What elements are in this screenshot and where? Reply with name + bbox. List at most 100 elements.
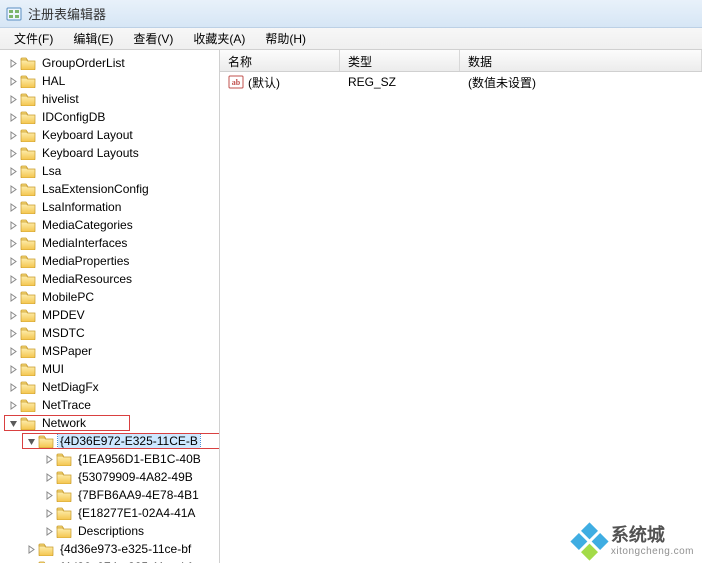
expander-closed-icon[interactable] [6, 257, 20, 266]
expander-closed-icon[interactable] [42, 455, 56, 464]
expander-closed-icon[interactable] [6, 131, 20, 140]
expander-closed-icon[interactable] [24, 545, 38, 554]
tree-item-label: Keyboard Layout [40, 128, 135, 142]
expander-closed-icon[interactable] [6, 113, 20, 122]
watermark-logo-icon [570, 523, 608, 561]
watermark-url: xitongcheng.com [611, 546, 694, 557]
expander-closed-icon[interactable] [42, 473, 56, 482]
list-row[interactable]: (默认) REG_SZ (数值未设置) [220, 72, 702, 92]
folder-icon [56, 452, 72, 466]
tree-item[interactable]: {53079909-4A82-49B [0, 468, 219, 486]
expander-closed-icon[interactable] [6, 149, 20, 158]
menu-file[interactable]: 文件(F) [4, 28, 63, 49]
tree-item[interactable]: NetTrace [0, 396, 219, 414]
tree-item-label: NetDiagFx [40, 380, 101, 394]
tree-item-label: {53079909-4A82-49B [76, 470, 195, 484]
menu-view[interactable]: 查看(V) [123, 28, 183, 49]
folder-icon [20, 182, 36, 196]
column-header-type[interactable]: 类型 [340, 50, 460, 71]
tree-item[interactable]: MSPaper [0, 342, 219, 360]
titlebar: 注册表编辑器 [0, 0, 702, 28]
tree-item[interactable]: Keyboard Layouts [0, 144, 219, 162]
expander-closed-icon[interactable] [42, 491, 56, 500]
tree-item-label: MediaResources [40, 272, 134, 286]
list-pane: 名称 类型 数据 (默认) REG_SZ (数值未设置) [220, 50, 702, 563]
tree-item[interactable]: MSDTC [0, 324, 219, 342]
tree-item[interactable]: NetDiagFx [0, 378, 219, 396]
tree-item-label: IDConfigDB [40, 110, 107, 124]
tree-item[interactable]: MediaInterfaces [0, 234, 219, 252]
watermark: 系统城 xitongcheng.com [576, 526, 694, 557]
list-header: 名称 类型 数据 [220, 50, 702, 72]
folder-icon [20, 254, 36, 268]
folder-icon [20, 308, 36, 322]
expander-closed-icon[interactable] [6, 185, 20, 194]
tree-item[interactable]: MobilePC [0, 288, 219, 306]
tree-item[interactable]: Lsa [0, 162, 219, 180]
menu-edit[interactable]: 编辑(E) [63, 28, 123, 49]
folder-icon [56, 470, 72, 484]
tree-item[interactable]: MPDEV [0, 306, 219, 324]
expander-open-icon[interactable] [6, 419, 20, 428]
expander-closed-icon[interactable] [6, 275, 20, 284]
expander-closed-icon[interactable] [6, 203, 20, 212]
expander-closed-icon[interactable] [6, 167, 20, 176]
tree-item[interactable]: GroupOrderList [0, 54, 219, 72]
expander-closed-icon[interactable] [6, 59, 20, 68]
expander-closed-icon[interactable] [6, 221, 20, 230]
expander-closed-icon[interactable] [6, 383, 20, 392]
tree-item-label: MSPaper [40, 344, 94, 358]
tree-item[interactable]: LsaInformation [0, 198, 219, 216]
expander-closed-icon[interactable] [6, 347, 20, 356]
expander-closed-icon[interactable] [42, 527, 56, 536]
tree-item[interactable]: {7BFB6AA9-4E78-4B1 [0, 486, 219, 504]
tree-item[interactable]: hivelist [0, 90, 219, 108]
tree-item-label: LsaInformation [40, 200, 123, 214]
expander-closed-icon[interactable] [6, 95, 20, 104]
expander-closed-icon[interactable] [6, 77, 20, 86]
tree-item[interactable]: {E18277E1-02A4-41A [0, 504, 219, 522]
column-header-data[interactable]: 数据 [460, 50, 702, 71]
tree-item[interactable]: {4D36E972-E325-11CE-B [0, 432, 219, 450]
tree-item[interactable]: Network [0, 414, 219, 432]
tree-item-label: MediaProperties [40, 254, 131, 268]
menu-favorites[interactable]: 收藏夹(A) [183, 28, 255, 49]
column-header-name[interactable]: 名称 [220, 50, 340, 71]
tree-item[interactable]: LsaExtensionConfig [0, 180, 219, 198]
tree-item[interactable]: {4d36e973-e325-11ce-bf [0, 540, 219, 558]
expander-open-icon[interactable] [24, 437, 38, 446]
tree-item[interactable]: IDConfigDB [0, 108, 219, 126]
folder-icon [20, 128, 36, 142]
expander-closed-icon[interactable] [6, 311, 20, 320]
tree-item[interactable]: HAL [0, 72, 219, 90]
expander-closed-icon[interactable] [42, 509, 56, 518]
tree-item[interactable]: MUI [0, 360, 219, 378]
tree-item-label: LsaExtensionConfig [40, 182, 151, 196]
tree-item-label: {1EA956D1-EB1C-40B [76, 452, 203, 466]
expander-closed-icon[interactable] [6, 401, 20, 410]
watermark-brand: 系统城 [611, 526, 694, 546]
folder-icon [20, 110, 36, 124]
tree-item[interactable]: {1EA956D1-EB1C-40B [0, 450, 219, 468]
tree-item-label: Keyboard Layouts [40, 146, 141, 160]
menu-help[interactable]: 帮助(H) [255, 28, 316, 49]
tree-item[interactable]: MediaProperties [0, 252, 219, 270]
value-type: REG_SZ [340, 75, 460, 89]
tree-item-label: {4D36E972-E325-11CE-B [58, 434, 200, 448]
folder-icon [20, 218, 36, 232]
expander-closed-icon[interactable] [6, 329, 20, 338]
expander-closed-icon[interactable] [6, 293, 20, 302]
folder-icon [20, 146, 36, 160]
value-name: (默认) [248, 74, 280, 91]
expander-closed-icon[interactable] [6, 239, 20, 248]
tree-item[interactable]: Keyboard Layout [0, 126, 219, 144]
folder-icon [20, 272, 36, 286]
folder-icon [56, 524, 72, 538]
tree-pane[interactable]: GroupOrderListHALhivelist IDConfigDB Keybo… [0, 50, 220, 563]
expander-closed-icon[interactable] [6, 365, 20, 374]
tree-item[interactable]: {4d36e974-e325-11ce-bf [0, 558, 219, 563]
tree-item[interactable]: Descriptions [0, 522, 219, 540]
tree-item[interactable]: MediaCategories [0, 216, 219, 234]
tree-item[interactable]: MediaResources [0, 270, 219, 288]
tree-item-label: MediaInterfaces [40, 236, 129, 250]
